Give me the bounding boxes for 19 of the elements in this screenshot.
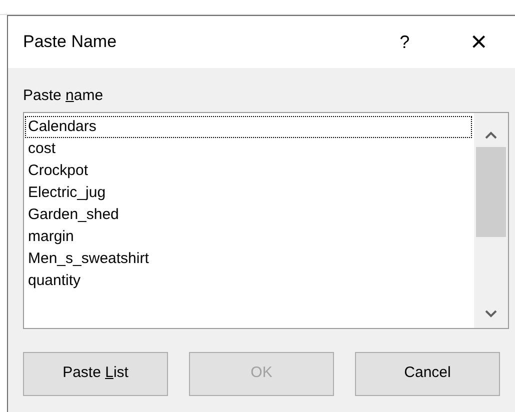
help-button[interactable]: ? bbox=[384, 28, 425, 56]
dialog-button[interactable]: Cancel bbox=[355, 352, 500, 396]
scroll-up-icon[interactable] bbox=[485, 130, 497, 138]
list-item[interactable]: cost bbox=[25, 138, 472, 160]
close-button[interactable]: × bbox=[470, 28, 487, 56]
list-item[interactable]: Electric_jug bbox=[25, 182, 472, 204]
list-label: Paste name bbox=[23, 86, 104, 106]
list-item[interactable]: Calendars bbox=[25, 116, 472, 138]
list-item[interactable]: Crockpot bbox=[25, 160, 472, 182]
scroll-thumb[interactable] bbox=[476, 146, 506, 236]
list-item[interactable]: Men_s_sweatshirt bbox=[25, 248, 472, 270]
list-item[interactable]: margin bbox=[25, 226, 472, 248]
scroll-down-icon[interactable] bbox=[485, 310, 497, 318]
scrollbar[interactable] bbox=[474, 112, 508, 328]
window-title: Paste Name bbox=[23, 31, 117, 54]
name-list[interactable]: Calendars cost Crockpot Electric_jug Garden_shed margin Men_s_sweatshirt quantity bbox=[23, 112, 509, 328]
dialog-button[interactable]: Paste List bbox=[23, 352, 168, 396]
list-item[interactable]: quantity bbox=[25, 270, 472, 292]
list-item[interactable]: Garden_shed bbox=[25, 204, 472, 226]
